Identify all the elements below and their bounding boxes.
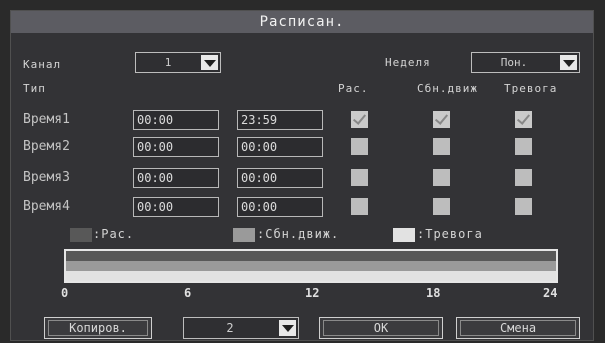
start-time-field[interactable]: 00:00 — [133, 137, 219, 157]
channel-value: 1 — [164, 56, 172, 69]
legend-alarm-swatch — [393, 228, 415, 242]
ok-button-label: OK — [323, 320, 439, 336]
dvr-screen: Расписан. Канал 1 Неделя Пон. Тип Рас. С… — [0, 0, 605, 343]
time-row-label: Время2 — [23, 139, 70, 154]
column-alarm-header: Тревога — [504, 82, 558, 95]
dialog-title: Расписан. — [11, 11, 593, 33]
end-time-field[interactable]: 00:00 — [237, 168, 323, 188]
timeline-motion-band — [66, 261, 556, 271]
timeline-tick: 6 — [184, 286, 192, 300]
legend-schedule-swatch — [70, 228, 92, 242]
cancel-button[interactable]: Cмена — [456, 317, 580, 339]
copy-target-value: 2 — [226, 321, 234, 335]
copy-button[interactable]: Копиров. — [44, 317, 152, 339]
alarm-checkbox[interactable] — [515, 138, 532, 155]
schedule-dialog: Расписан. Канал 1 Неделя Пон. Тип Рас. С… — [10, 10, 594, 341]
schedule-timeline — [64, 249, 558, 283]
schedule-checkbox[interactable] — [351, 198, 368, 215]
time-row-label: Время1 — [23, 112, 70, 127]
copy-target-dropdown[interactable]: 2 — [183, 317, 299, 339]
timeline-tick: 24 — [543, 286, 558, 300]
start-time-field[interactable]: 00:00 — [133, 168, 219, 188]
chevron-down-icon[interactable] — [279, 320, 296, 336]
timeline-alarm-band — [66, 271, 556, 281]
chevron-down-icon[interactable] — [560, 55, 577, 70]
motion-checkbox[interactable] — [433, 198, 450, 215]
alarm-checkbox[interactable] — [515, 169, 532, 186]
channel-label: Канал — [23, 58, 62, 71]
chevron-down-icon[interactable] — [201, 55, 218, 70]
legend-alarm-label: :Тревога — [417, 227, 483, 241]
channel-dropdown[interactable]: 1 — [135, 52, 221, 73]
legend-motion-label: :Сбн.движ. — [257, 227, 340, 241]
end-time-field[interactable]: 23:59 — [237, 110, 323, 130]
ok-button[interactable]: OK — [319, 317, 443, 339]
time-row-label: Время4 — [23, 199, 70, 214]
timeline-tick: 0 — [61, 286, 69, 300]
type-label: Тип — [23, 82, 46, 95]
schedule-checkbox[interactable] — [351, 111, 368, 128]
schedule-checkbox[interactable] — [351, 138, 368, 155]
timeline-schedule-band — [66, 251, 556, 261]
motion-checkbox[interactable] — [433, 169, 450, 186]
column-schedule-header: Рас. — [338, 82, 369, 95]
end-time-field[interactable]: 00:00 — [237, 197, 323, 217]
timeline-tick: 12 — [305, 286, 320, 300]
schedule-checkbox[interactable] — [351, 169, 368, 186]
time-row-label: Время3 — [23, 170, 70, 185]
motion-checkbox[interactable] — [433, 138, 450, 155]
end-time-field[interactable]: 00:00 — [237, 137, 323, 157]
timeline-tick: 18 — [426, 286, 441, 300]
legend-motion-swatch — [233, 228, 255, 242]
motion-checkbox[interactable] — [433, 111, 450, 128]
cancel-button-label: Cмена — [460, 320, 576, 336]
alarm-checkbox[interactable] — [515, 198, 532, 215]
week-label: Неделя — [385, 56, 431, 69]
week-dropdown[interactable]: Пон. — [471, 52, 580, 73]
alarm-checkbox[interactable] — [515, 111, 532, 128]
start-time-field[interactable]: 00:00 — [133, 197, 219, 217]
column-motion-header: Сбн.движ — [417, 82, 478, 95]
week-value: Пон. — [500, 56, 528, 69]
legend-schedule-label: :Рас. — [93, 227, 135, 241]
start-time-field[interactable]: 00:00 — [133, 110, 219, 130]
copy-button-label: Копиров. — [48, 320, 148, 336]
